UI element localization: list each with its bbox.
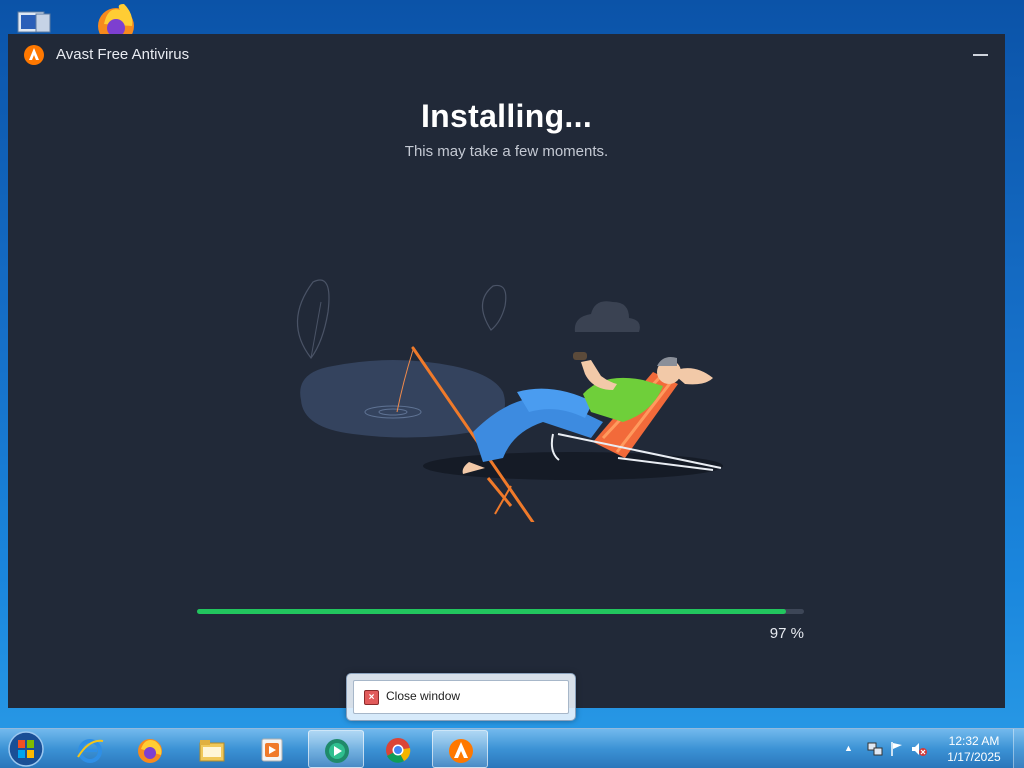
taskbar-internet-explorer[interactable]: [62, 730, 118, 768]
title-bar: Avast Free Antivirus: [8, 34, 1005, 74]
start-button-icon[interactable]: [4, 729, 48, 768]
system-tray: ▲ 12:32 AM 1/17/2025: [834, 729, 1024, 768]
media-player-icon: [261, 738, 283, 762]
clock-date[interactable]: 1/17/2025: [944, 750, 1004, 764]
firefox-icon[interactable]: [94, 0, 138, 36]
firefox-icon: [138, 739, 162, 763]
volume-muted-icon[interactable]: [910, 740, 928, 758]
close-icon: ×: [364, 690, 379, 705]
taskbar-thumbnail-popup: × Close window: [346, 673, 576, 721]
show-desktop-button[interactable]: [1013, 729, 1024, 768]
taskbar-media-player[interactable]: [244, 730, 300, 768]
taskbar-firefox[interactable]: [122, 730, 178, 768]
install-progress-bar: [197, 609, 804, 614]
window-title: Avast Free Antivirus: [56, 46, 190, 63]
install-heading: Installing...: [420, 98, 593, 134]
avast-logo-icon: [24, 45, 44, 65]
action-center-flag-icon[interactable]: [888, 740, 906, 758]
close-window-item[interactable]: × Close window: [353, 680, 569, 714]
avast-icon: [449, 739, 473, 763]
network-icon[interactable]: [866, 740, 884, 758]
taskbar-file-explorer[interactable]: [184, 730, 240, 768]
show-hidden-icons-icon[interactable]: ▲: [844, 743, 854, 753]
fishing-illustration: [296, 279, 723, 522]
install-progress-fill: [197, 609, 786, 614]
media-center-icon: [325, 739, 349, 763]
computer-icon[interactable]: [14, 0, 58, 36]
install-progress-percent: 97 %: [769, 625, 804, 642]
minimize-button[interactable]: [971, 44, 991, 64]
taskbar-avast[interactable]: [432, 730, 488, 768]
install-subheading: This may take a few moments.: [404, 143, 609, 160]
taskbar-media-center[interactable]: [308, 730, 364, 768]
taskbar: ▲ 12:32 AM 1/17/2025: [0, 728, 1024, 768]
internet-explorer-icon: [77, 739, 104, 763]
chrome-icon: [386, 738, 411, 763]
taskbar-chrome[interactable]: [370, 730, 426, 768]
folder-icon: [199, 740, 225, 762]
clock-time[interactable]: 12:32 AM: [944, 734, 1004, 748]
close-window-label: Close window: [386, 689, 461, 703]
avast-installer-window: Avast Free Antivirus Installing... This …: [8, 34, 1005, 708]
